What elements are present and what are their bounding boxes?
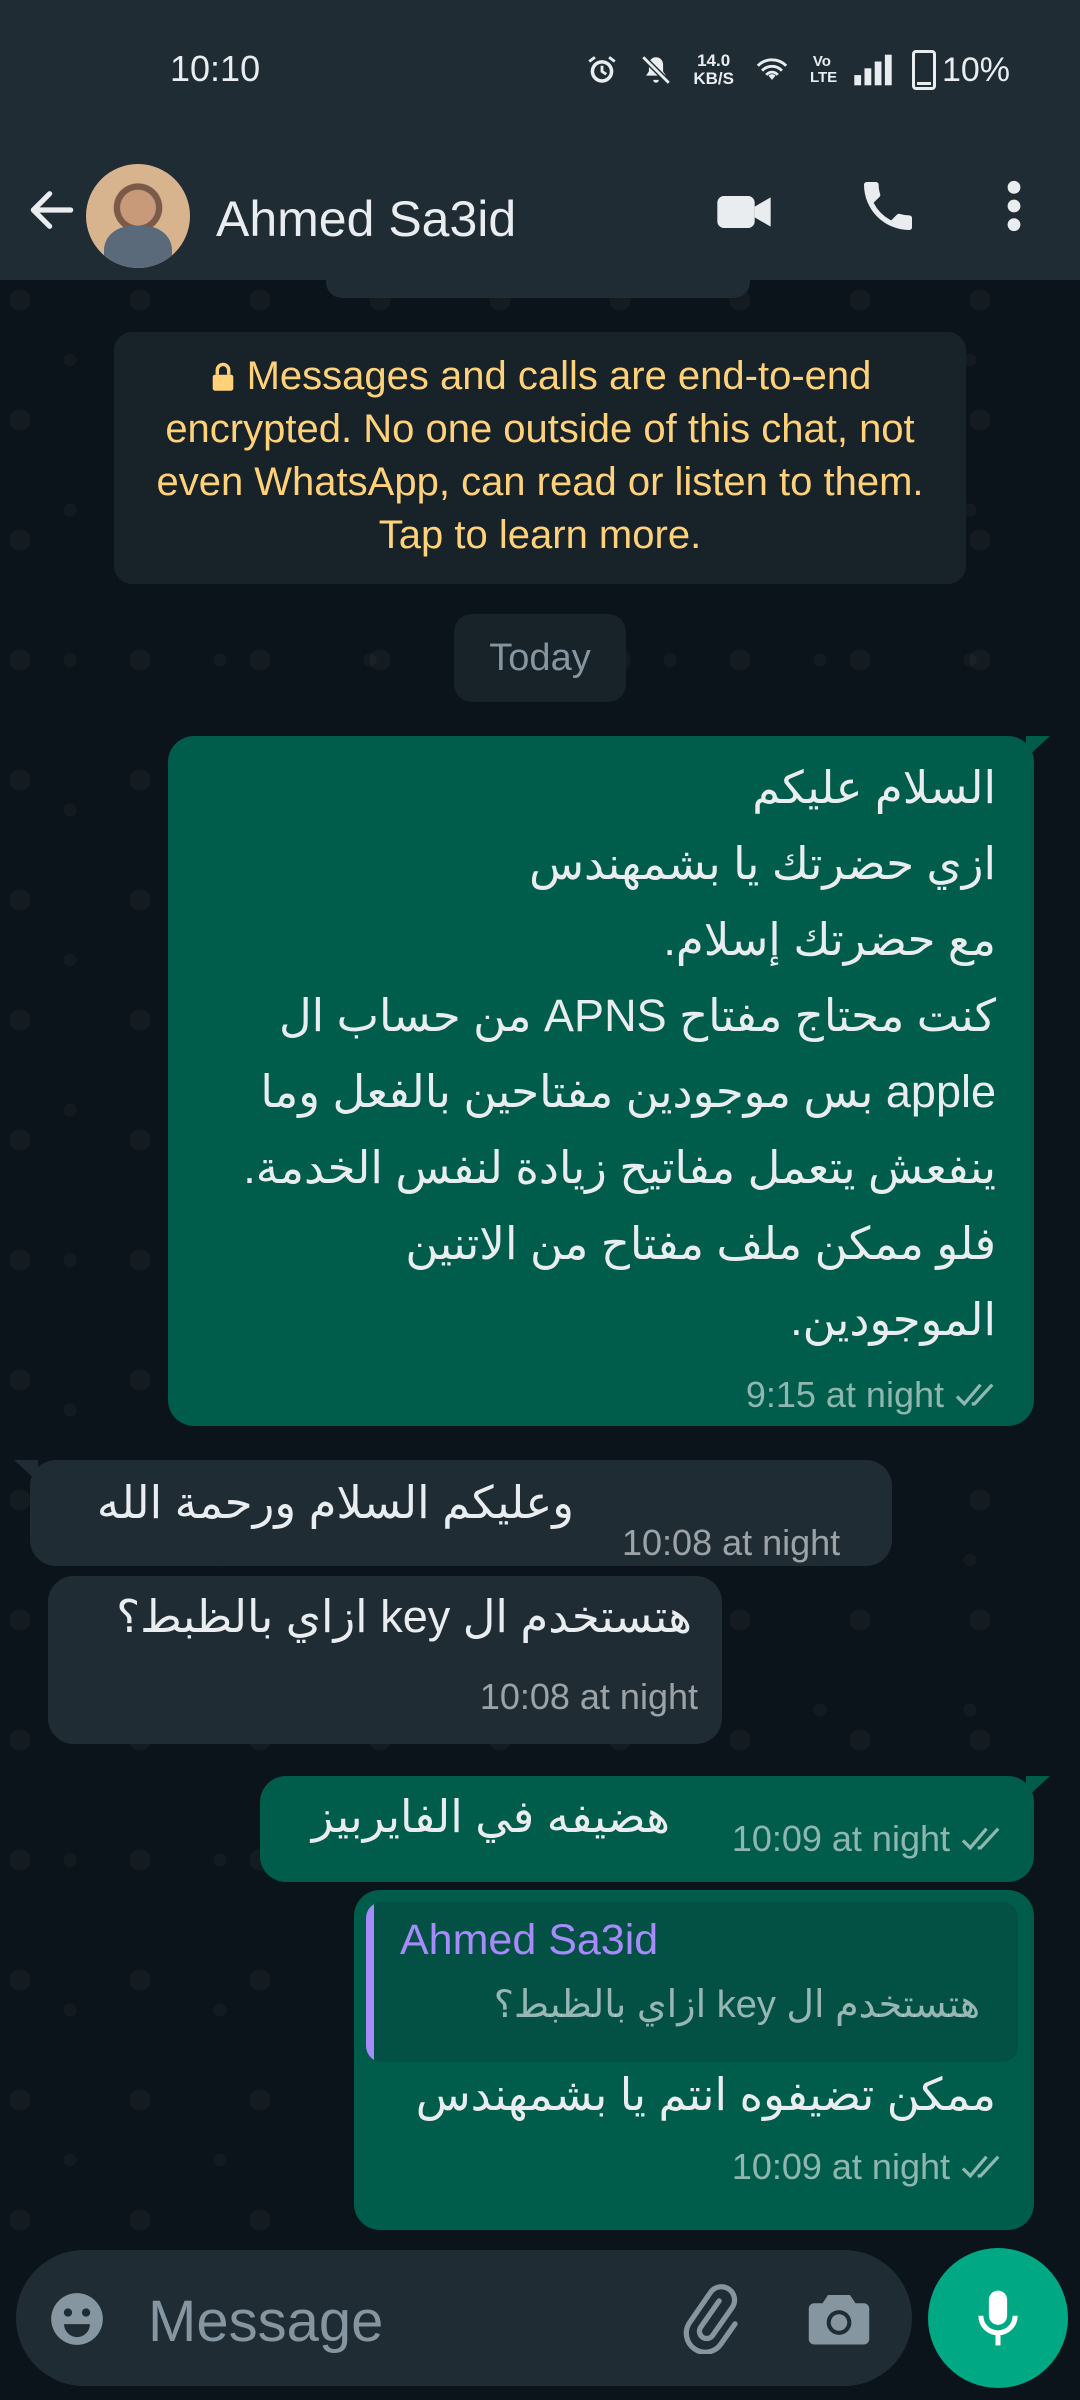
message-text: السلام عليكم ازي حضرتك يا بشمهندس مع حضر… [243,762,996,1345]
status-icons: 14.0 KB/S Vo LTE 10% [585,50,1010,90]
video-call-icon[interactable] [712,180,776,244]
quoted-sender: Ahmed Sa3id [400,1916,659,1964]
lock-icon [212,362,233,391]
contact-name[interactable]: Ahmed Sa3id [216,190,516,248]
signal-icon [854,54,892,86]
message-time: 10:08 at night [622,1522,841,1563]
read-ticks-icon [961,2155,1000,2179]
phone-icon[interactable] [856,174,920,238]
message-text: ممكن تضيفوه انتم يا بشمهندس [415,2069,996,2120]
mute-icon [641,55,672,85]
date-chip: Today [454,614,626,702]
chat-area[interactable]: Messages and calls are end-to-end encryp… [0,280,1080,2240]
bubble-tail [1026,1776,1050,1798]
message-input[interactable]: Message [148,2288,383,2355]
previous-message-edge [326,280,750,298]
wifi-icon [756,58,788,80]
encryption-text: Messages and calls are end-to-end encryp… [156,354,924,557]
read-ticks-icon [955,1383,994,1407]
attach-icon[interactable] [674,2284,744,2354]
message-bubble-outgoing[interactable]: هضيفه في الفايربيز 10:09 at night [260,1776,1050,1882]
battery-indicator: 10% [911,50,1010,90]
message-bubble-incoming[interactable]: هتستخدم ال key ازاي بالظبط؟ 10:08 at nig… [48,1576,722,1744]
read-ticks-icon [961,1827,1000,1851]
message-meta: 9:15 at night [746,1374,1004,1416]
message-bubble-incoming[interactable]: وعليكم السلام ورحمة الله 10:08 at night [14,1460,892,1566]
speed-unit: KB/S [693,69,734,88]
message-meta: 10:09 at night [732,1818,1010,1860]
battery-level [916,82,931,85]
status-time: 10:10 [170,48,261,89]
camera-icon[interactable] [806,2286,872,2348]
bubble-tail [14,1460,38,1482]
alarm-icon [588,56,616,83]
mic-button[interactable] [928,2248,1068,2388]
message-meta: 10:09 at night [732,2146,1010,2188]
quoted-message[interactable]: Ahmed Sa3id هتستخدم ال key ازاي بالظبط؟ [366,1902,1018,2062]
emoji-icon[interactable] [46,2288,108,2350]
battery-percent: 10% [941,50,1010,89]
quote-accent-bar [366,1902,374,2062]
avatar[interactable] [86,164,190,268]
message-text: هتستخدم ال key ازاي بالظبط؟ [116,1591,692,1642]
message-time: 9:15 at night [745,1374,944,1415]
message-meta: 10:08 at night [480,1676,698,1718]
mic-icon [978,2290,1018,2346]
message-time: 10:08 at night [479,1676,698,1717]
chat-header: Ahmed Sa3id [0,140,1080,280]
battery-icon [911,50,936,90]
message-text: هضيفه في الفايربيز [311,1791,670,1842]
status-bar: 10:10 14.0 KB/S Vo LTE 10% [0,0,1080,140]
volte-icon: Vo LTE [809,53,838,86]
quoted-text: هتستخدم ال key ازاي بالظبط؟ [493,1984,980,2026]
message-time: 10:09 at night [731,1818,950,1859]
message-bubble-outgoing-reply[interactable]: Ahmed Sa3id هتستخدم ال key ازاي بالظبط؟ … [354,1890,1034,2230]
network-speed: 14.0 KB/S [693,52,734,88]
message-text: وعليكم السلام ورحمة الله [96,1477,574,1528]
bubble-tail [1026,736,1050,758]
back-arrow-icon[interactable] [24,182,80,238]
message-time: 10:09 at night [731,2146,950,2187]
message-composer[interactable]: Message [16,2250,912,2386]
message-meta: 10:08 at night [622,1522,840,1564]
speed-value: 14.0 [697,51,731,70]
more-vert-icon[interactable] [998,174,1030,238]
encryption-notice[interactable]: Messages and calls are end-to-end encryp… [114,332,966,584]
message-bubble-outgoing[interactable]: السلام عليكم ازي حضرتك يا بشمهندس مع حضر… [168,736,1050,1426]
